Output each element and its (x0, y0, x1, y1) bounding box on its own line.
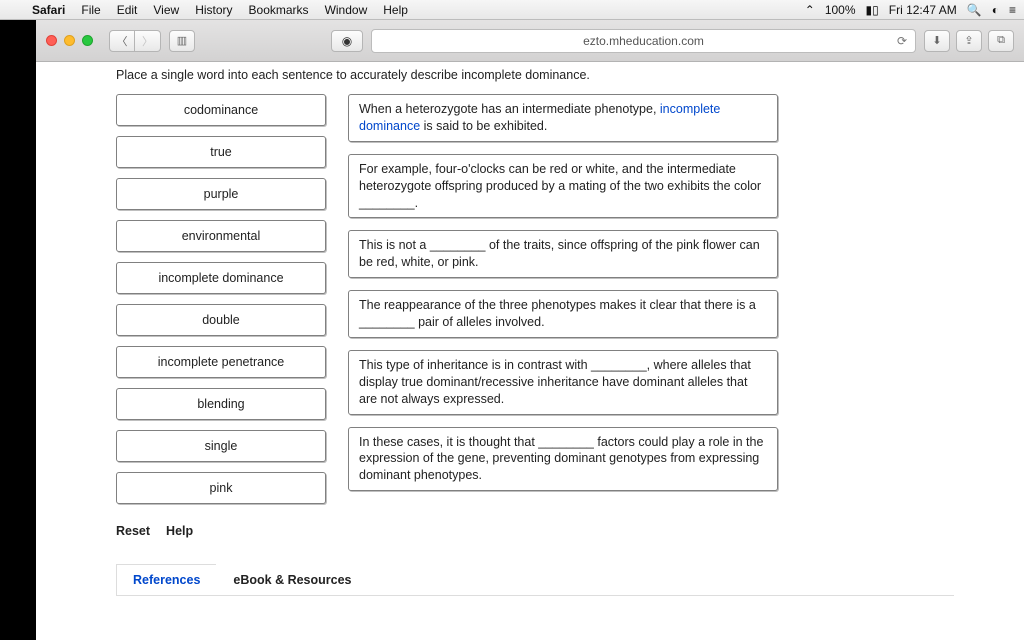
instruction-text: Place a single word into each sentence t… (116, 68, 954, 82)
sentence-text: This type of inheritance is in contrast … (359, 358, 751, 406)
choice-item[interactable]: incomplete penetrance (116, 346, 326, 378)
spotlight-icon[interactable]: 🔍 (967, 3, 982, 17)
sidebar-toggle-button[interactable]: ▥ (169, 30, 195, 52)
menu-edit[interactable]: Edit (109, 3, 146, 17)
nav-back-forward: 〈 〉 (109, 30, 161, 52)
sentence-targets: When a heterozygote has an intermediate … (348, 94, 778, 491)
sentence-drop-target[interactable]: This type of inheritance is in contrast … (348, 350, 778, 415)
mac-menubar: Safari File Edit View History Bookmarks … (0, 0, 1024, 20)
sentence-text: For example, four-o'clocks can be red or… (359, 162, 761, 210)
browser-toolbar: 〈 〉 ▥ ◉ ezto.mheducation.com ⟳ ⬇ ⇪ ⧉ (36, 20, 1024, 62)
choice-item[interactable]: incomplete dominance (116, 262, 326, 294)
tabs-button[interactable]: ⧉ (988, 30, 1014, 52)
downloads-button[interactable]: ⬇ (924, 30, 950, 52)
url-text: ezto.mheducation.com (583, 34, 704, 48)
sentence-text: In these cases, it is thought that _____… (359, 435, 763, 483)
minimize-window-button[interactable] (64, 35, 75, 46)
bottom-tabs: References eBook & Resources (116, 564, 954, 596)
sentence-drop-target[interactable]: For example, four-o'clocks can be red or… (348, 154, 778, 219)
word-bank: codominance true purple environmental in… (116, 94, 326, 504)
menu-history[interactable]: History (187, 3, 240, 17)
clock: Fri 12:47 AM (889, 3, 957, 17)
choice-item[interactable]: pink (116, 472, 326, 504)
help-button[interactable]: Help (166, 524, 193, 538)
forward-button[interactable]: 〉 (135, 30, 161, 52)
menu-bookmarks[interactable]: Bookmarks (241, 3, 317, 17)
menu-file[interactable]: File (73, 3, 108, 17)
sentence-text: The reappearance of the three phenotypes… (359, 298, 756, 329)
menu-help[interactable]: Help (375, 3, 416, 17)
choice-item[interactable]: codominance (116, 94, 326, 126)
window-controls (46, 35, 93, 46)
share-button[interactable]: ⇪ (956, 30, 982, 52)
reload-icon[interactable]: ⟳ (897, 34, 907, 48)
choice-item[interactable]: double (116, 304, 326, 336)
reset-button[interactable]: Reset (116, 524, 150, 538)
left-black-strip (0, 20, 36, 640)
menu-view[interactable]: View (145, 3, 187, 17)
notification-center-icon[interactable]: ◐ (992, 3, 999, 17)
choice-item[interactable]: purple (116, 178, 326, 210)
sentence-drop-target[interactable]: This is not a ________ of the traits, si… (348, 230, 778, 278)
battery-icon: ▮▯ (866, 3, 879, 17)
sentence-text: is said to be exhibited. (420, 119, 547, 133)
sentence-drop-target[interactable]: The reappearance of the three phenotypes… (348, 290, 778, 338)
reader-button[interactable]: ◉ (331, 30, 363, 52)
choice-item[interactable]: blending (116, 388, 326, 420)
tab-ebook[interactable]: eBook & Resources (216, 564, 368, 595)
sentence-drop-target[interactable]: When a heterozygote has an intermediate … (348, 94, 778, 142)
menu-extras-icon[interactable]: ≡ (1009, 3, 1016, 17)
menu-window[interactable]: Window (317, 3, 376, 17)
sentence-text: This is not a ________ of the traits, si… (359, 238, 760, 269)
choice-item[interactable]: single (116, 430, 326, 462)
close-window-button[interactable] (46, 35, 57, 46)
page-content: Place a single word into each sentence t… (36, 62, 1024, 640)
url-bar[interactable]: ezto.mheducation.com ⟳ (371, 29, 916, 53)
back-button[interactable]: 〈 (109, 30, 135, 52)
zoom-window-button[interactable] (82, 35, 93, 46)
sentence-text: When a heterozygote has an intermediate … (359, 102, 660, 116)
sentence-drop-target[interactable]: In these cases, it is thought that _____… (348, 427, 778, 492)
choice-item[interactable]: environmental (116, 220, 326, 252)
app-name[interactable]: Safari (24, 3, 73, 17)
battery-percent: 100% (825, 3, 856, 17)
tab-references[interactable]: References (116, 564, 217, 595)
wifi-icon[interactable]: ⌃ (805, 3, 815, 17)
choice-item[interactable]: true (116, 136, 326, 168)
